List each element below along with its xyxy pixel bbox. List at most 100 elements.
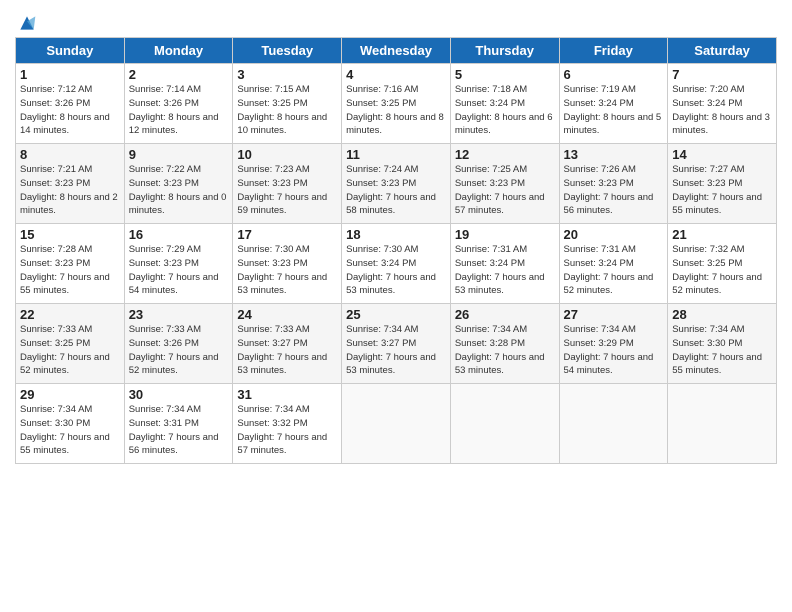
day-info: Sunrise: 7:24 AMSunset: 3:23 PMDaylight:… [346, 163, 446, 218]
day-info: Sunrise: 7:33 AMSunset: 3:25 PMDaylight:… [20, 323, 120, 378]
day-number: 12 [455, 147, 555, 162]
day-number: 19 [455, 227, 555, 242]
calendar-cell: 20 Sunrise: 7:31 AMSunset: 3:24 PMDaylig… [559, 224, 668, 304]
calendar-cell: 24 Sunrise: 7:33 AMSunset: 3:27 PMDaylig… [233, 304, 342, 384]
day-number: 24 [237, 307, 337, 322]
day-info: Sunrise: 7:25 AMSunset: 3:23 PMDaylight:… [455, 163, 555, 218]
day-number: 6 [564, 67, 664, 82]
weekday-header-wednesday: Wednesday [342, 38, 451, 64]
day-info: Sunrise: 7:34 AMSunset: 3:32 PMDaylight:… [237, 403, 337, 458]
day-info: Sunrise: 7:34 AMSunset: 3:28 PMDaylight:… [455, 323, 555, 378]
weekday-header-friday: Friday [559, 38, 668, 64]
day-number: 7 [672, 67, 772, 82]
day-info: Sunrise: 7:23 AMSunset: 3:23 PMDaylight:… [237, 163, 337, 218]
day-info: Sunrise: 7:14 AMSunset: 3:26 PMDaylight:… [129, 83, 229, 138]
day-number: 30 [129, 387, 229, 402]
day-number: 16 [129, 227, 229, 242]
day-info: Sunrise: 7:27 AMSunset: 3:23 PMDaylight:… [672, 163, 772, 218]
day-info: Sunrise: 7:20 AMSunset: 3:24 PMDaylight:… [672, 83, 772, 138]
day-number: 17 [237, 227, 337, 242]
calendar-cell: 7 Sunrise: 7:20 AMSunset: 3:24 PMDayligh… [668, 64, 777, 144]
calendar-cell: 27 Sunrise: 7:34 AMSunset: 3:29 PMDaylig… [559, 304, 668, 384]
day-info: Sunrise: 7:22 AMSunset: 3:23 PMDaylight:… [129, 163, 229, 218]
day-info: Sunrise: 7:21 AMSunset: 3:23 PMDaylight:… [20, 163, 120, 218]
day-number: 29 [20, 387, 120, 402]
day-number: 5 [455, 67, 555, 82]
day-number: 20 [564, 227, 664, 242]
day-info: Sunrise: 7:33 AMSunset: 3:27 PMDaylight:… [237, 323, 337, 378]
day-info: Sunrise: 7:34 AMSunset: 3:30 PMDaylight:… [672, 323, 772, 378]
header [15, 15, 777, 29]
day-number: 18 [346, 227, 446, 242]
day-info: Sunrise: 7:26 AMSunset: 3:23 PMDaylight:… [564, 163, 664, 218]
calendar-cell: 1 Sunrise: 7:12 AMSunset: 3:26 PMDayligh… [16, 64, 125, 144]
day-number: 10 [237, 147, 337, 162]
week-row-2: 8 Sunrise: 7:21 AMSunset: 3:23 PMDayligh… [16, 144, 777, 224]
calendar-cell: 22 Sunrise: 7:33 AMSunset: 3:25 PMDaylig… [16, 304, 125, 384]
calendar-cell: 6 Sunrise: 7:19 AMSunset: 3:24 PMDayligh… [559, 64, 668, 144]
week-row-4: 22 Sunrise: 7:33 AMSunset: 3:25 PMDaylig… [16, 304, 777, 384]
calendar-cell: 18 Sunrise: 7:30 AMSunset: 3:24 PMDaylig… [342, 224, 451, 304]
week-row-5: 29 Sunrise: 7:34 AMSunset: 3:30 PMDaylig… [16, 384, 777, 464]
calendar-cell: 31 Sunrise: 7:34 AMSunset: 3:32 PMDaylig… [233, 384, 342, 464]
day-info: Sunrise: 7:34 AMSunset: 3:29 PMDaylight:… [564, 323, 664, 378]
calendar-cell: 23 Sunrise: 7:33 AMSunset: 3:26 PMDaylig… [124, 304, 233, 384]
day-number: 28 [672, 307, 772, 322]
logo-icon [17, 13, 37, 33]
weekday-header-thursday: Thursday [450, 38, 559, 64]
day-number: 15 [20, 227, 120, 242]
day-number: 1 [20, 67, 120, 82]
day-number: 14 [672, 147, 772, 162]
calendar-cell: 19 Sunrise: 7:31 AMSunset: 3:24 PMDaylig… [450, 224, 559, 304]
calendar-cell [342, 384, 451, 464]
calendar-cell [450, 384, 559, 464]
day-info: Sunrise: 7:34 AMSunset: 3:27 PMDaylight:… [346, 323, 446, 378]
day-info: Sunrise: 7:32 AMSunset: 3:25 PMDaylight:… [672, 243, 772, 298]
weekday-header-saturday: Saturday [668, 38, 777, 64]
logo [15, 15, 37, 29]
weekday-header-monday: Monday [124, 38, 233, 64]
day-info: Sunrise: 7:34 AMSunset: 3:30 PMDaylight:… [20, 403, 120, 458]
day-info: Sunrise: 7:28 AMSunset: 3:23 PMDaylight:… [20, 243, 120, 298]
calendar-cell: 8 Sunrise: 7:21 AMSunset: 3:23 PMDayligh… [16, 144, 125, 224]
day-info: Sunrise: 7:19 AMSunset: 3:24 PMDaylight:… [564, 83, 664, 138]
calendar-cell: 10 Sunrise: 7:23 AMSunset: 3:23 PMDaylig… [233, 144, 342, 224]
calendar-cell: 17 Sunrise: 7:30 AMSunset: 3:23 PMDaylig… [233, 224, 342, 304]
day-info: Sunrise: 7:15 AMSunset: 3:25 PMDaylight:… [237, 83, 337, 138]
day-number: 9 [129, 147, 229, 162]
calendar-cell: 13 Sunrise: 7:26 AMSunset: 3:23 PMDaylig… [559, 144, 668, 224]
day-info: Sunrise: 7:18 AMSunset: 3:24 PMDaylight:… [455, 83, 555, 138]
calendar-cell: 9 Sunrise: 7:22 AMSunset: 3:23 PMDayligh… [124, 144, 233, 224]
day-number: 31 [237, 387, 337, 402]
calendar-cell: 30 Sunrise: 7:34 AMSunset: 3:31 PMDaylig… [124, 384, 233, 464]
day-number: 26 [455, 307, 555, 322]
calendar-cell: 12 Sunrise: 7:25 AMSunset: 3:23 PMDaylig… [450, 144, 559, 224]
day-info: Sunrise: 7:34 AMSunset: 3:31 PMDaylight:… [129, 403, 229, 458]
calendar-cell: 14 Sunrise: 7:27 AMSunset: 3:23 PMDaylig… [668, 144, 777, 224]
day-info: Sunrise: 7:30 AMSunset: 3:24 PMDaylight:… [346, 243, 446, 298]
calendar-cell: 11 Sunrise: 7:24 AMSunset: 3:23 PMDaylig… [342, 144, 451, 224]
page: SundayMondayTuesdayWednesdayThursdayFrid… [0, 0, 792, 612]
day-number: 3 [237, 67, 337, 82]
calendar-cell: 29 Sunrise: 7:34 AMSunset: 3:30 PMDaylig… [16, 384, 125, 464]
calendar-cell [559, 384, 668, 464]
day-number: 4 [346, 67, 446, 82]
day-info: Sunrise: 7:12 AMSunset: 3:26 PMDaylight:… [20, 83, 120, 138]
day-number: 23 [129, 307, 229, 322]
week-row-1: 1 Sunrise: 7:12 AMSunset: 3:26 PMDayligh… [16, 64, 777, 144]
calendar-table: SundayMondayTuesdayWednesdayThursdayFrid… [15, 37, 777, 464]
day-number: 13 [564, 147, 664, 162]
day-info: Sunrise: 7:16 AMSunset: 3:25 PMDaylight:… [346, 83, 446, 138]
calendar-cell: 4 Sunrise: 7:16 AMSunset: 3:25 PMDayligh… [342, 64, 451, 144]
calendar-cell: 26 Sunrise: 7:34 AMSunset: 3:28 PMDaylig… [450, 304, 559, 384]
day-number: 8 [20, 147, 120, 162]
day-number: 27 [564, 307, 664, 322]
calendar-cell: 2 Sunrise: 7:14 AMSunset: 3:26 PMDayligh… [124, 64, 233, 144]
calendar-cell: 5 Sunrise: 7:18 AMSunset: 3:24 PMDayligh… [450, 64, 559, 144]
day-info: Sunrise: 7:31 AMSunset: 3:24 PMDaylight:… [564, 243, 664, 298]
day-number: 2 [129, 67, 229, 82]
weekday-header-tuesday: Tuesday [233, 38, 342, 64]
week-row-3: 15 Sunrise: 7:28 AMSunset: 3:23 PMDaylig… [16, 224, 777, 304]
day-number: 22 [20, 307, 120, 322]
weekday-header-sunday: Sunday [16, 38, 125, 64]
